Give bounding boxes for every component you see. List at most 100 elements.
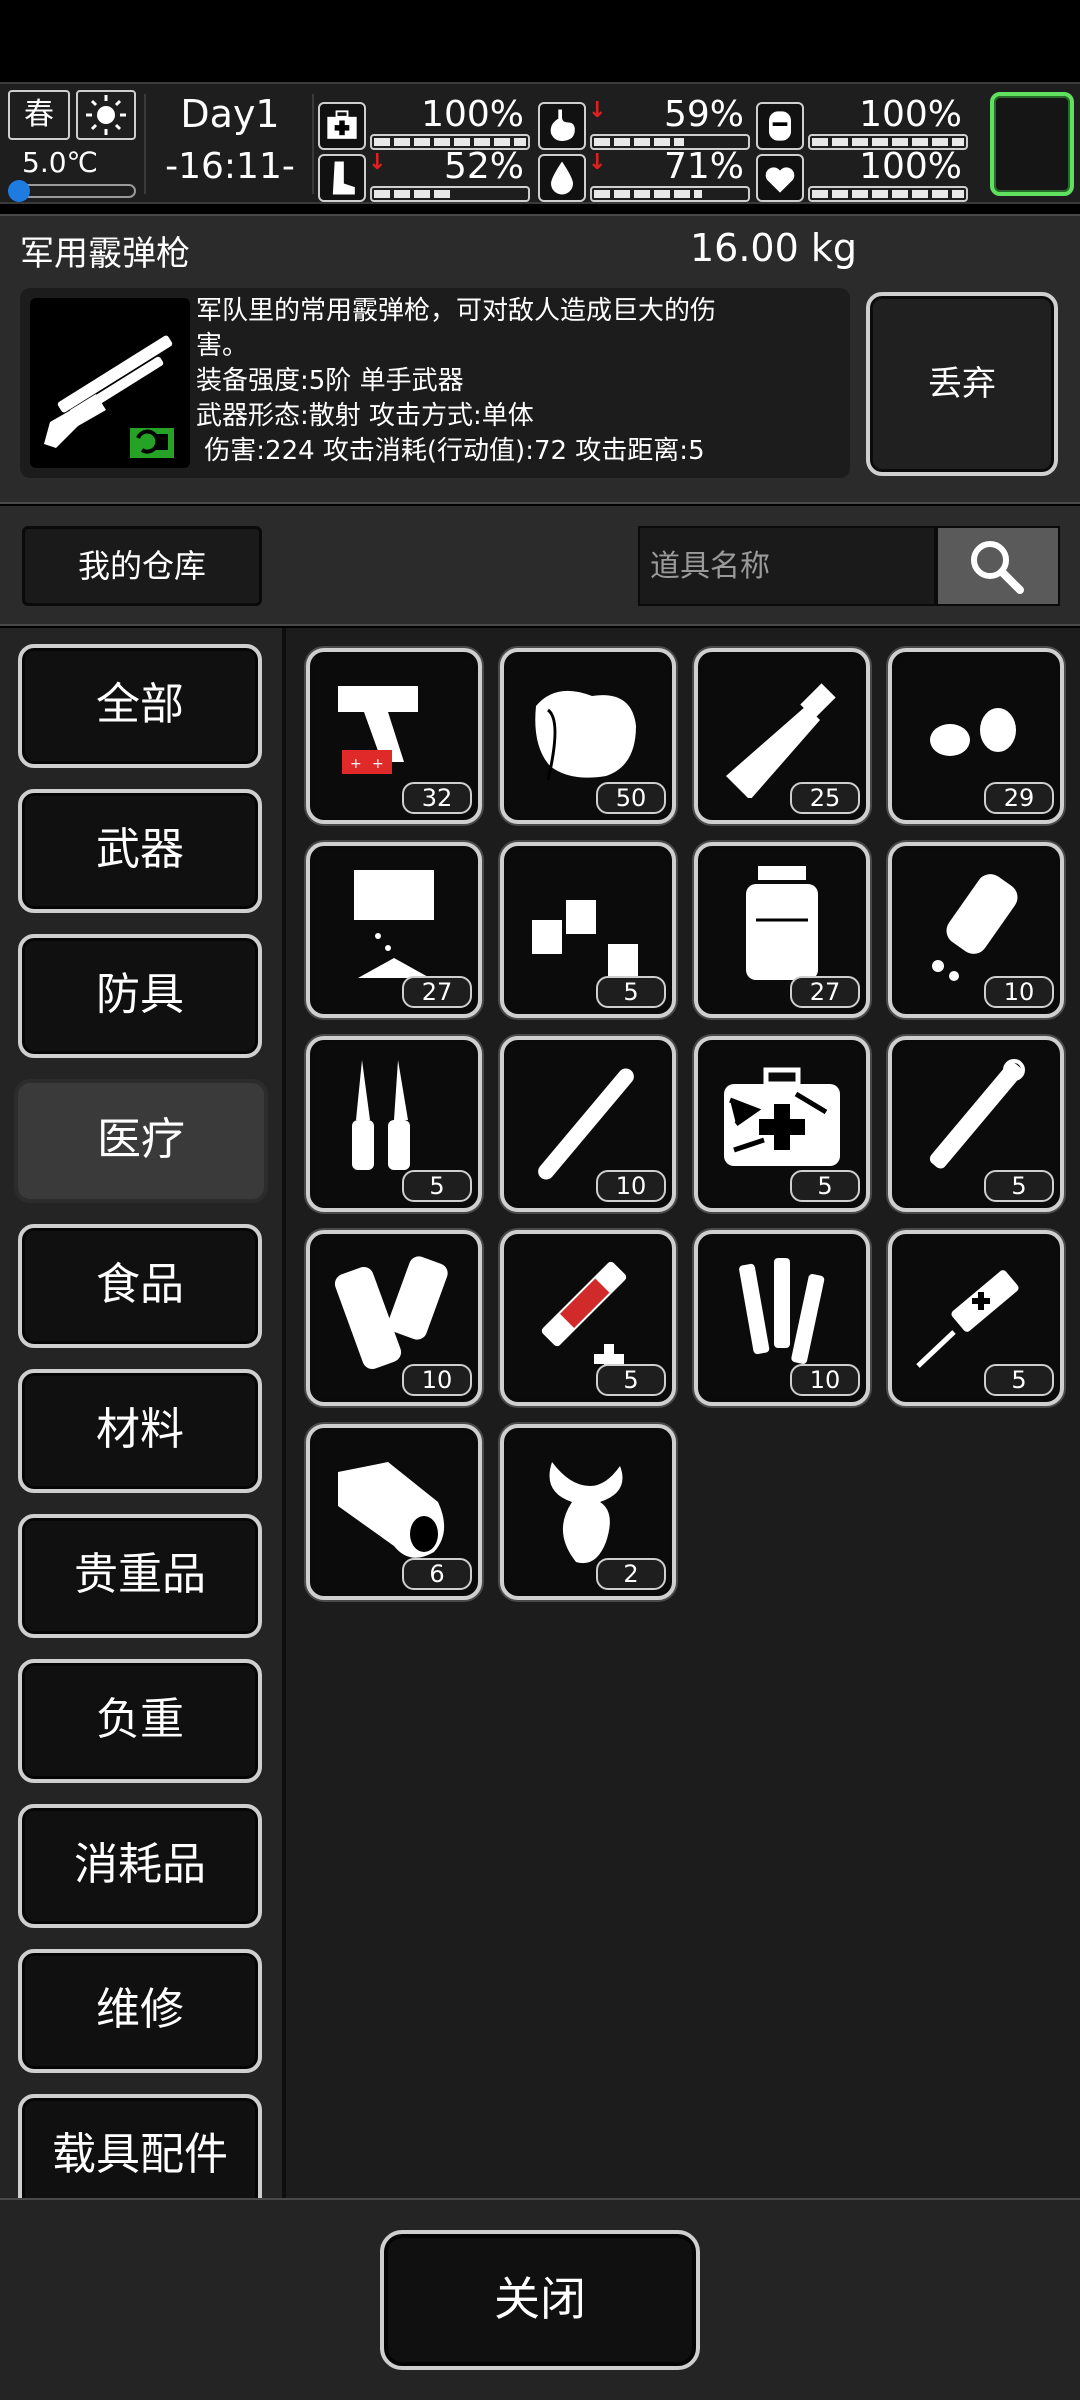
- vital-stat-bar: [590, 186, 750, 202]
- ampoules-icon: [352, 1060, 410, 1170]
- vital-stat: 100%: [756, 146, 968, 202]
- item-quantity: 27: [402, 976, 472, 1008]
- splint-icon: [334, 1256, 448, 1370]
- inventory-slot[interactable]: 10: [500, 1036, 676, 1212]
- day-counter: Day1: [180, 92, 280, 136]
- season-indicator: 春: [8, 90, 70, 140]
- category-tab[interactable]: 载具配件: [18, 2094, 262, 2198]
- category-tab[interactable]: 负重: [18, 1659, 262, 1783]
- inventory-slot[interactable]: 25: [694, 648, 870, 824]
- item-search-input[interactable]: [638, 526, 936, 606]
- warehouse-label: 我的仓库: [22, 526, 262, 606]
- inventory-slot[interactable]: 5: [888, 1230, 1064, 1406]
- status-bar: 春 5.0℃ Day1 -16:11- 100% ↓ 59% 100% ↓ 52% ↓ 71%…: [0, 82, 1080, 204]
- item-desc-line: 伤害:224 攻击消耗(行动值):72 攻击距离:5: [196, 436, 705, 466]
- category-tab[interactable]: 医疗: [14, 1079, 268, 1203]
- item-info-box: 军队里的常用霰弹枪，可对敌人造成巨大的伤 害。 装备强度:5阶 单手武器 武器形…: [20, 288, 850, 478]
- item-quantity: 10: [596, 1170, 666, 1202]
- inventory-slot[interactable]: 10: [306, 1230, 482, 1406]
- game-clock: -16:11-: [165, 146, 295, 187]
- inventory-slot[interactable]: 5: [888, 1036, 1064, 1212]
- item-name: 军用霰弹枪: [20, 234, 190, 274]
- item-desc-line: 害。: [196, 331, 249, 361]
- category-tab[interactable]: 防具: [18, 934, 262, 1058]
- inventory-slot[interactable]: 50: [500, 648, 676, 824]
- discard-button[interactable]: 丢弃: [866, 292, 1058, 476]
- flare-gun-icon: + +: [338, 686, 418, 774]
- game-screen: 春 5.0℃ Day1 -16:11- 100% ↓ 59% 100% ↓ 52% ↓ 71%…: [0, 0, 1080, 2400]
- pills-icon: [930, 708, 1016, 756]
- category-sidebar: 全部武器防具医疗食品材料贵重品负重消耗品维修载具配件: [0, 628, 282, 2198]
- category-tab[interactable]: 材料: [18, 1369, 262, 1493]
- vital-stat: 100%: [318, 94, 530, 150]
- red-syringe-icon: [541, 1261, 627, 1374]
- inventory-slot[interactable]: 2: [500, 1424, 676, 1600]
- temperature-value: 5.0℃: [22, 146, 98, 179]
- item-quantity: 5: [596, 1364, 666, 1396]
- category-tab[interactable]: 维修: [18, 1949, 262, 2073]
- inventory-slot[interactable]: + + 32: [306, 648, 482, 824]
- medkit-icon: [318, 102, 366, 150]
- vital-stat: ↓ 71%: [538, 146, 750, 202]
- inventory-slot[interactable]: 10: [888, 842, 1064, 1018]
- vital-stat-bar: [370, 186, 530, 202]
- heart-icon: [756, 154, 804, 202]
- item-desc-line: 军队里的常用霰弹枪，可对敌人造成巨大的伤: [196, 296, 717, 326]
- item-desc-line: 武器形态:散射 攻击方式:单体: [196, 401, 534, 431]
- vital-stat-value: 100%: [421, 94, 524, 135]
- item-quantity: 27: [790, 976, 860, 1008]
- category-tab[interactable]: 武器: [18, 789, 262, 913]
- gauze-roll-icon: [338, 1462, 445, 1558]
- inventory-slot[interactable]: 27: [694, 842, 870, 1018]
- inventory-grid: + +32 50 25 29 27 5 27 10 5 10 5 5 10 5 10 5 6 2: [286, 628, 1080, 2198]
- inventory-slot[interactable]: 5: [694, 1036, 870, 1212]
- vital-stat-value: 59%: [663, 94, 744, 135]
- shotgun-icon: [30, 298, 190, 468]
- decrease-arrow-icon: ↓: [588, 98, 607, 123]
- inventory-slot[interactable]: 5: [500, 1230, 676, 1406]
- svg-text:+: +: [372, 756, 384, 772]
- water-drop-icon: [538, 154, 586, 202]
- cloth-icon: [354, 870, 434, 978]
- tube-icon: [538, 1068, 634, 1180]
- bandage-roll-icon: [535, 690, 636, 781]
- category-tab[interactable]: 贵重品: [18, 1514, 262, 1638]
- item-quantity: 50: [596, 782, 666, 814]
- item-quantity: 5: [984, 1364, 1054, 1396]
- item-quantity: 32: [402, 782, 472, 814]
- item-weight: 16.00 kg: [690, 226, 857, 270]
- item-desc-line: 装备强度:5阶 单手武器: [196, 366, 464, 396]
- syringe-icon: [916, 1270, 1019, 1368]
- vital-stat-value: 100%: [859, 94, 962, 135]
- category-tab[interactable]: 全部: [18, 644, 262, 768]
- search-icon: [971, 541, 1024, 594]
- vials-icon: [739, 1258, 825, 1364]
- bottom-bar: 关闭: [0, 2198, 1080, 2400]
- inventory-slot[interactable]: 10: [694, 1230, 870, 1406]
- camo-medkit-icon: [724, 1067, 840, 1166]
- item-quantity: 10: [984, 976, 1054, 1008]
- season-label: 春: [24, 97, 54, 132]
- vital-stat-value: 52%: [443, 146, 524, 187]
- category-tab[interactable]: 消耗品: [18, 1804, 262, 1928]
- inventory-slot[interactable]: 29: [888, 648, 1064, 824]
- vital-stat-value: 71%: [663, 146, 744, 187]
- item-quantity: 6: [402, 1558, 472, 1590]
- quick-slot[interactable]: [990, 92, 1074, 196]
- inventory-slot[interactable]: 27: [306, 842, 482, 1018]
- small-bottles-icon: [532, 900, 638, 978]
- inventory-slot[interactable]: 6: [306, 1424, 482, 1600]
- close-button[interactable]: 关闭: [380, 2230, 700, 2370]
- inventory-slot[interactable]: 5: [500, 842, 676, 1018]
- temperature-knob: [8, 180, 30, 202]
- item-quantity: 10: [402, 1364, 472, 1396]
- injector-pen-icon: [929, 1059, 1025, 1169]
- divider: [144, 94, 146, 194]
- item-quantity: 5: [790, 1170, 860, 1202]
- decrease-arrow-icon: ↓: [368, 150, 387, 175]
- decrease-arrow-icon: ↓: [588, 150, 607, 175]
- inventory-slot[interactable]: 5: [306, 1036, 482, 1212]
- search-button[interactable]: [936, 526, 1060, 606]
- leg-icon: [318, 154, 366, 202]
- category-tab[interactable]: 食品: [18, 1224, 262, 1348]
